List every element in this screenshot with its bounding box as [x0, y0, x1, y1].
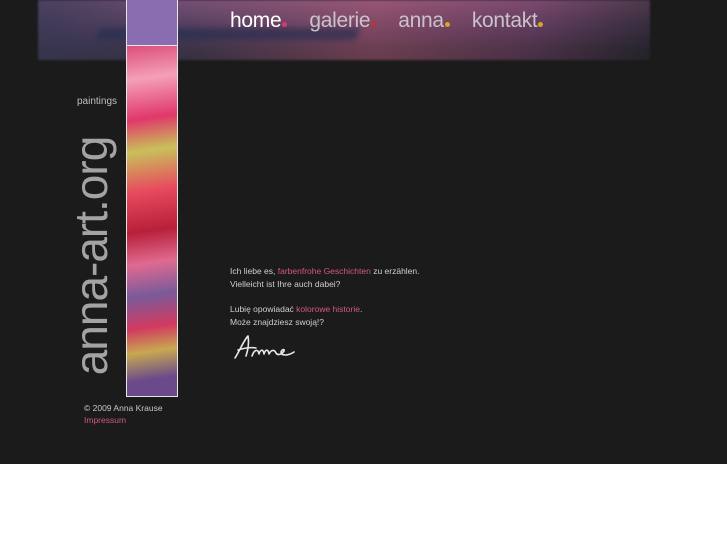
logo-tagline: paintings: [77, 96, 118, 107]
intro-polish: Lubię opowiadać kolorowe historie. Może …: [230, 303, 420, 328]
copyright-text: © 2009 Anna Krause: [84, 403, 163, 413]
nav-galerie[interactable]: galerie: [309, 9, 377, 33]
nav-anna-label: anna: [398, 9, 444, 32]
signature-image: [234, 335, 295, 359]
page-stage: home galerie anna kontakt paintings anna…: [0, 0, 727, 464]
intro-text: Ich liebe es, farbenfrohe Geschichten zu…: [230, 265, 420, 341]
painting-strip: [126, 0, 178, 397]
nav-galerie-dot: [371, 22, 377, 27]
site-logo[interactable]: anna-art.org: [65, 115, 117, 397]
intro-de-link[interactable]: farbenfrohe Geschichten: [278, 266, 371, 276]
intro-german: Ich liebe es, farbenfrohe Geschichten zu…: [230, 265, 420, 290]
painting-strip-divider: [126, 45, 178, 46]
nav-home-dot: [282, 22, 288, 27]
intro-de-suffix: zu erzählen.: [370, 266, 420, 276]
nav-home[interactable]: home: [230, 9, 288, 33]
nav-anna[interactable]: anna: [398, 9, 450, 33]
intro-pl-line2: Może znajdziesz swoją!?: [230, 316, 325, 327]
nav-kontakt-dot: [538, 22, 544, 27]
intro-pl-prefix: Lubię opowiadać: [230, 304, 297, 314]
nav-galerie-label: galerie: [309, 9, 371, 32]
intro-pl-suffix: .: [359, 304, 363, 314]
site-logo-text: anna-art.org: [65, 136, 117, 376]
nav-home-label: home: [230, 9, 282, 32]
intro-pl-link[interactable]: kolorowe historie: [296, 304, 360, 314]
nav-kontakt-label: kontakt: [471, 9, 538, 32]
main-nav: home galerie anna kontakt: [230, 9, 565, 33]
impressum-link[interactable]: Impressum: [84, 415, 126, 425]
nav-kontakt[interactable]: kontakt: [472, 9, 544, 33]
nav-anna-dot: [444, 22, 450, 27]
intro-de-line2: Vielleicht ist Ihre auch dabei?: [230, 278, 341, 289]
intro-de-prefix: Ich liebe es,: [230, 266, 278, 276]
